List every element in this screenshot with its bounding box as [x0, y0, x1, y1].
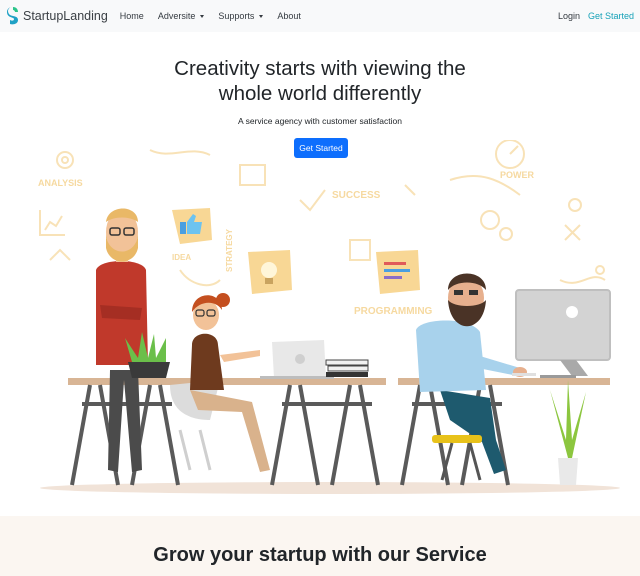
success-doodle-label: SUCCESS	[332, 190, 381, 201]
analysis-doodle-label: ANALYSIS	[38, 178, 83, 188]
nav-get-started-link[interactable]: Get Started	[588, 11, 634, 21]
idea-doodle-label: IDEA	[172, 253, 191, 262]
nav-adversite-dropdown[interactable]: Adversite	[158, 11, 205, 21]
strategy-doodle-label: STRATEGY	[225, 228, 234, 272]
login-link[interactable]: Login	[558, 11, 580, 21]
chevron-down-icon	[200, 15, 205, 18]
brand-name: StartupLanding	[23, 9, 108, 23]
nav-about[interactable]: About	[277, 11, 301, 21]
top-navbar: StartupLanding Home Adversite Supports A…	[0, 0, 640, 32]
programming-doodle-label: PROGRAMMING	[354, 306, 433, 317]
laptop	[260, 340, 334, 379]
hero-illustration: ANALYSIS SUCCESS POWER STRATEGY IDEA PRO…	[38, 140, 620, 494]
potted-plant-floor	[550, 380, 586, 485]
chevron-down-icon	[259, 15, 264, 18]
service-section-title: Grow your startup with our Service	[153, 544, 487, 566]
nav-home[interactable]: Home	[120, 11, 144, 21]
power-doodle-label: POWER	[500, 170, 535, 180]
hero-subtitle: A service agency with customer satisfact…	[238, 116, 402, 126]
nav-supports-dropdown[interactable]: Supports	[218, 11, 264, 21]
brand-link[interactable]: StartupLanding	[6, 6, 108, 26]
brand-logo-icon	[7, 7, 18, 25]
thumbs-up-bubble-icon	[172, 208, 212, 244]
lightbulb-bubble-icon	[248, 250, 292, 294]
code-bubble-icon	[376, 250, 420, 294]
book-stack	[325, 359, 369, 377]
standing-man	[96, 208, 148, 472]
hero-title: Creativity starts with viewing the whole …	[174, 57, 466, 105]
bearded-man-at-monitor	[416, 273, 527, 481]
desktop-monitor	[512, 289, 611, 378]
